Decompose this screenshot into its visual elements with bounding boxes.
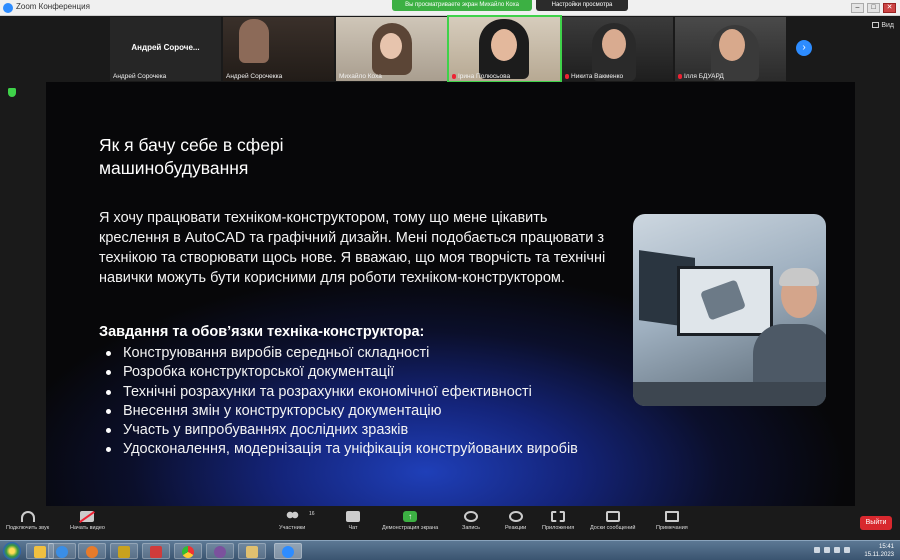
minimize-button[interactable]: –: [851, 3, 864, 13]
participant-tile[interactable]: Ілля БДУАРД: [675, 17, 786, 81]
participant-video: [239, 19, 269, 63]
encryption-shield-icon[interactable]: [8, 88, 16, 97]
list-item: Удосконалення, модернізація та уніфікаці…: [99, 440, 619, 459]
participant-caption: Ірина Полюсьова: [452, 73, 510, 80]
reactions-button[interactable]: Реакции: [505, 511, 526, 531]
apps-button[interactable]: Приложения: [542, 511, 574, 531]
taskbar-viber[interactable]: [206, 543, 234, 559]
engineer-photo: [633, 214, 826, 406]
apps-icon: [551, 511, 566, 522]
participant-caption: Ілля БДУАРД: [678, 73, 724, 80]
share-banner: Вы просматриваете экран Михайло Коха: [392, 0, 532, 11]
zoom-window: Zoom Конференция Вы просматриваете экран…: [0, 0, 900, 560]
muted-mic-icon: [678, 73, 682, 79]
participant-tile[interactable]: Михайло Коха: [336, 17, 447, 81]
participant-center-name: Андрей Сороче...: [131, 43, 200, 52]
participant-name: Андрей Сорочекa: [113, 73, 167, 80]
duties-heading: Завдання та обов’язки техніка-конструкто…: [99, 324, 425, 340]
slide-paragraph: Я хочу працювати техніком-конструктором,…: [99, 210, 606, 286]
close-button[interactable]: ✕: [883, 3, 896, 13]
chrome-icon: [182, 546, 194, 558]
start-video-button[interactable]: Начать видео: [70, 511, 105, 531]
list-item: Участь у випробуваннях дослідних зразків: [99, 421, 619, 440]
browser-icon: [56, 546, 68, 558]
participant-caption: Никита Вакменко: [565, 73, 623, 80]
next-page-arrow-icon[interactable]: ›: [796, 40, 812, 56]
media-player-icon: [86, 546, 98, 558]
tray-icon[interactable]: [824, 547, 830, 553]
list-item: Технічні розрахунки та розрахунки економ…: [99, 383, 619, 402]
share-screen-button[interactable]: ↑ Демонстрация экрана: [382, 511, 438, 531]
participants-icon: [285, 511, 300, 522]
participants-count: 16: [309, 511, 315, 517]
taskbar-app[interactable]: [238, 543, 266, 559]
title-bar: Zoom Конференция Вы просматриваете экран…: [0, 0, 900, 16]
view-button[interactable]: Вид: [872, 22, 894, 29]
taskbar-app[interactable]: [142, 543, 170, 559]
list-item: Розробка конструкторської документації: [99, 363, 619, 382]
tray-icon[interactable]: [814, 547, 820, 553]
participant-name: Никита Вакменко: [571, 73, 624, 80]
join-audio-button[interactable]: Подключить звук: [6, 511, 49, 531]
record-icon: [464, 511, 479, 522]
notes-icon: [664, 511, 679, 522]
share-arrow-icon: ↑: [403, 511, 418, 522]
record-button[interactable]: Запись: [462, 511, 480, 531]
os-taskbar: 15:41 15.11.2023: [0, 540, 900, 560]
viber-icon: [214, 546, 226, 558]
zoom-icon: [3, 3, 13, 13]
participants-button[interactable]: 16 Участники: [279, 511, 315, 531]
network-icon[interactable]: [834, 547, 840, 553]
app-icon: [246, 546, 258, 558]
participant-name: Андрей Сорочекка: [226, 73, 283, 80]
window-title: Zoom Конференция: [16, 2, 90, 11]
participant-name: Михайло Коха: [339, 73, 382, 80]
notes-button[interactable]: Примечания: [656, 511, 688, 531]
chat-icon: [346, 511, 360, 522]
video-off-icon: [80, 511, 95, 522]
emoji-icon: [508, 511, 523, 522]
view-options-button[interactable]: Настройки просмотра: [536, 0, 628, 11]
participant-name: Ілля БДУАРД: [684, 73, 724, 80]
participant-tile[interactable]: Андрей Сороче... Андрей Сорочекa: [110, 17, 221, 81]
shared-screen-slide: Як я бачу себе в сфері машинобудування Я…: [46, 82, 855, 506]
grid-icon: [872, 22, 880, 29]
meeting-toolbar: Подключить звук Начать видео 16 Участники…: [0, 507, 900, 540]
taskbar-chrome[interactable]: [174, 543, 202, 559]
chat-button[interactable]: Чат: [346, 511, 360, 531]
list-item: Внесення змін у конструкторську документ…: [99, 402, 619, 421]
maximize-button[interactable]: □: [867, 3, 880, 13]
slide-title: Як я бачу себе в сфері машинобудування: [99, 135, 284, 178]
duties-list: Конструювання виробів середньої складнос…: [99, 344, 619, 460]
participant-strip: Андрей Сороче... Андрей Сорочекa Андрей …: [110, 15, 790, 83]
start-menu-icon[interactable]: [3, 542, 21, 560]
app-icon: [118, 546, 130, 558]
headphones-icon: [20, 511, 35, 522]
zoom-icon: [282, 546, 294, 558]
participant-name: Ірина Полюсьова: [458, 73, 511, 80]
list-item: Конструювання виробів середньої складнос…: [99, 344, 619, 363]
taskbar-ie[interactable]: [48, 543, 76, 559]
taskbar-media[interactable]: [78, 543, 106, 559]
volume-icon[interactable]: [844, 547, 850, 553]
participant-tile-active-speaker[interactable]: Ірина Полюсьова: [447, 15, 562, 83]
participant-tile[interactable]: Никита Вакменко: [562, 17, 673, 81]
taskbar-zoom[interactable]: [274, 543, 302, 559]
folder-icon: [34, 546, 46, 558]
app-icon: [150, 546, 162, 558]
leave-meeting-button[interactable]: Выйти: [860, 516, 892, 530]
clock[interactable]: 15:41 15.11.2023: [864, 543, 894, 559]
taskbar-app[interactable]: [110, 543, 138, 559]
whiteboard-icon: [605, 511, 620, 522]
system-tray: [814, 547, 850, 553]
muted-mic-icon: [565, 73, 569, 79]
clock-date: 15.11.2023: [864, 552, 894, 558]
whiteboard-button[interactable]: Доски сообщений: [590, 511, 635, 531]
clock-time: 15:41: [878, 544, 894, 550]
muted-mic-icon: [452, 73, 456, 79]
participant-tile[interactable]: Андрей Сорочекка: [223, 17, 334, 81]
